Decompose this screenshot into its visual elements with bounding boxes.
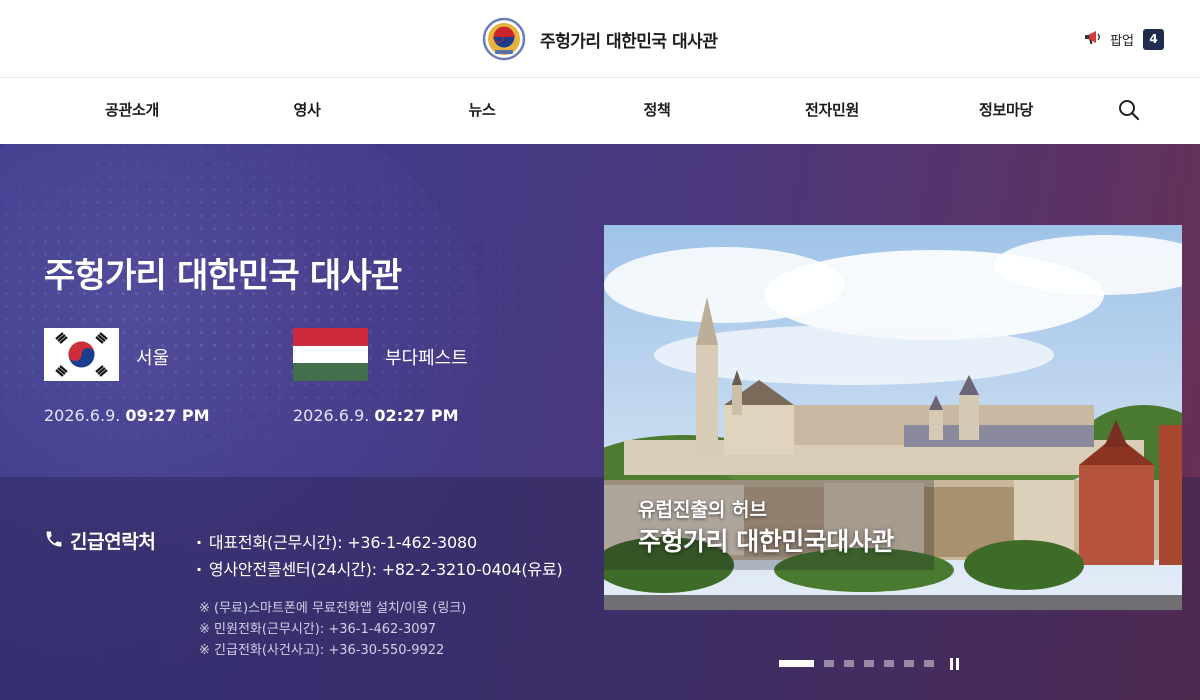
nav-item-news[interactable]: 뉴스: [468, 99, 495, 120]
contact-main-phone: 대표전화(근무시간): +36-1-462-3080: [196, 529, 477, 553]
nav-item-info[interactable]: 정보마당: [979, 99, 1033, 120]
hero-slide[interactable]: 유럽진출의 허브 주헝가리 대한민국대사관: [604, 225, 1182, 610]
search-icon[interactable]: [1118, 99, 1140, 121]
site-title: 주헝가리 대한민국 대사관: [540, 31, 718, 52]
contact-callcenter-phone: 영사안전콜센터(24시간): +82-2-3210-0404(유료): [196, 556, 563, 580]
popup-label: 팝업: [1110, 33, 1134, 49]
slide-dot-7[interactable]: [924, 660, 934, 667]
slide-dot-4[interactable]: [864, 660, 874, 667]
hero-title: 주헝가리 대한민국 대사관: [44, 256, 402, 296]
contact-note-civil-phone: ※ 민원전화(근무시간): +36-1-462-3097: [199, 622, 437, 637]
contact-note-emergency-phone: ※ 긴급전화(사건사고): +36-30-550-9922: [199, 643, 445, 658]
contact-note-free-app[interactable]: ※ (무료)스마트폰에 무료전화앱 설치/이용 (링크): [199, 597, 466, 616]
pause-icon[interactable]: [949, 658, 961, 670]
nav-item-consular[interactable]: 영사: [293, 99, 320, 120]
main-nav: 공관소개 영사 뉴스 정책 전자민원 정보마당: [0, 79, 1200, 144]
clock-date: 2026.6.9.: [44, 406, 126, 425]
embassy-emblem-icon: [482, 17, 526, 61]
clock-time: 2026.6.9. 02:27 PM: [293, 406, 459, 425]
slide-dot-6[interactable]: [904, 660, 914, 667]
dot-pattern: [0, 144, 600, 484]
slide-dot-3[interactable]: [844, 660, 854, 667]
phone-icon: [44, 529, 64, 553]
slide-pager: [779, 660, 944, 667]
popup-button[interactable]: 팝업 4: [1084, 28, 1164, 50]
nav-item-policy[interactable]: 정책: [643, 99, 670, 120]
slide-title: 주헝가리 대한민국대사관: [638, 527, 894, 556]
clock-city: 부다페스트: [385, 348, 468, 369]
slide-subtitle: 유럽진출의 허브: [638, 499, 767, 521]
nav-item-about[interactable]: 공관소개: [105, 99, 159, 120]
popup-count-badge: 4: [1143, 28, 1164, 50]
korea-flag-icon: [44, 328, 119, 381]
clock-seoul: 서울 2026.6.9. 09:27 PM: [44, 328, 210, 425]
emergency-contact-heading: 긴급연락처: [44, 527, 156, 554]
slide-dot-5[interactable]: [884, 660, 894, 667]
clock-hour: 02:27 PM: [374, 406, 459, 425]
clock-time: 2026.6.9. 09:27 PM: [44, 406, 210, 425]
clock-date: 2026.6.9.: [293, 406, 375, 425]
clock-budapest: 부다페스트 2026.6.9. 02:27 PM: [293, 328, 468, 425]
megaphone-icon: [1084, 29, 1102, 49]
clock-hour: 09:27 PM: [125, 406, 210, 425]
emergency-contact-title: 긴급연락처: [70, 531, 156, 553]
slide-dot-2[interactable]: [824, 660, 834, 667]
clock-city: 서울: [136, 348, 170, 369]
hungary-flag-icon: [293, 328, 368, 381]
nav-item-e-civil[interactable]: 전자민원: [805, 99, 859, 120]
brand-home-link[interactable]: 주헝가리 대한민국 대사관: [482, 16, 718, 62]
top-header: 주헝가리 대한민국 대사관 팝업 4: [0, 0, 1200, 78]
slide-dot-1[interactable]: [779, 660, 814, 667]
